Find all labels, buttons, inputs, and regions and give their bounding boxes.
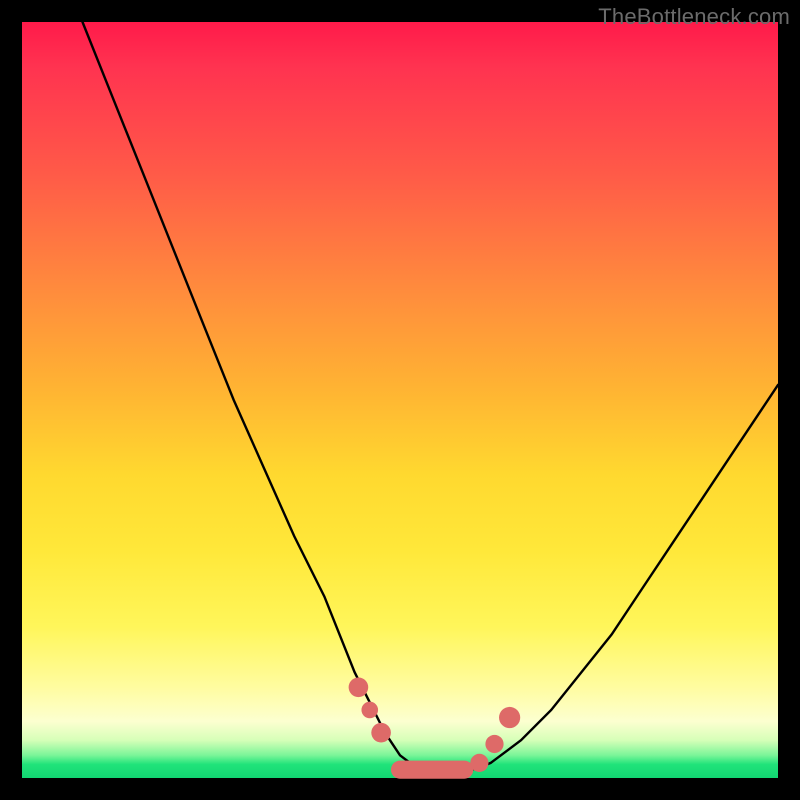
dot-left-upper [349,677,369,697]
dot-right-mid [485,735,503,753]
dot-right-upper [499,707,520,728]
chart-frame: TheBottleneck.com [0,0,800,800]
watermark-text: TheBottleneck.com [598,4,790,30]
curve-markers [349,677,521,772]
dot-left-mid [361,702,378,719]
bottleneck-curve [83,22,779,770]
curve-path [83,22,779,770]
dot-right-lower [470,754,488,772]
chart-svg [22,22,778,778]
dot-left-lower [371,723,391,743]
